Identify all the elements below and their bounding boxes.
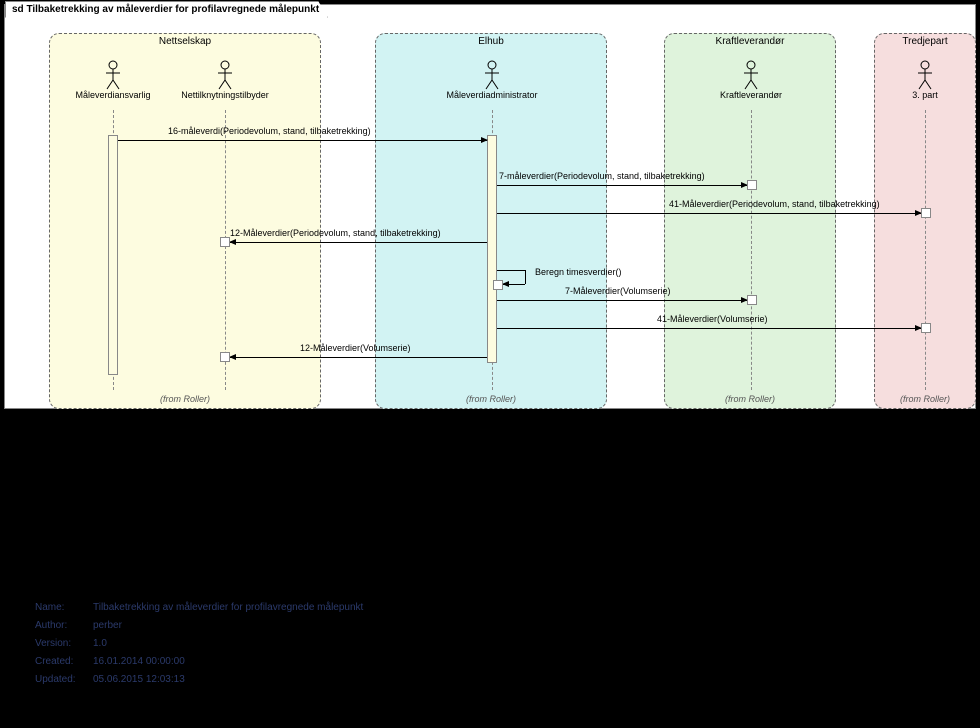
- message-label: 12-Måleverdier(Volumserie): [300, 343, 411, 353]
- message-arrow: 41-Måleverdier(Periodevolum, stand, tilb…: [497, 213, 921, 214]
- exec-spec: [747, 295, 757, 305]
- lane-from: (from Roller): [50, 394, 320, 404]
- exec-spec: [220, 352, 230, 362]
- exec-spec: [220, 237, 230, 247]
- meta-key: Author:: [34, 618, 90, 634]
- arrowhead-icon: [229, 239, 236, 245]
- meta-value: 1.0: [92, 636, 364, 652]
- selfcall-line: [503, 284, 525, 285]
- arrowhead-icon: [481, 137, 488, 143]
- lane-title: Tredjepart: [875, 36, 975, 47]
- canvas: sd Tilbaketrekking av måleverdier for pr…: [0, 0, 980, 728]
- frame-title: sd Tilbaketrekking av måleverdier for pr…: [5, 1, 328, 18]
- arrowhead-icon: [502, 281, 509, 287]
- actor-icon: [104, 60, 122, 90]
- message-label: 7-Måleverdier(Volumserie): [565, 286, 671, 296]
- message-label: 41-Måleverdier(Periodevolum, stand, tilb…: [669, 199, 880, 209]
- message-arrow: 12-Måleverdier(Volumserie): [230, 357, 487, 358]
- diagram-frame: sd Tilbaketrekking av måleverdier for pr…: [4, 4, 976, 409]
- message-arrow: 7-måleverdier(Periodevolum, stand, tilba…: [497, 185, 747, 186]
- message-arrow: 7-Måleverdier(Volumserie): [497, 300, 747, 301]
- selfcall-line: [497, 270, 525, 271]
- meta-key: Created:: [34, 654, 90, 670]
- meta-value: 16.01.2014 00:00:00: [92, 654, 364, 670]
- meta-key: Name:: [34, 600, 90, 616]
- actor-kraftleverandor: Kraftleverandør: [701, 60, 801, 100]
- message-label: Beregn timesverdier(): [535, 267, 622, 277]
- lane-title: Kraftleverandør: [665, 36, 835, 47]
- meta-value: perber: [92, 618, 364, 634]
- actor-icon: [216, 60, 234, 90]
- selfcall-line: [525, 270, 526, 284]
- actor-label: Måleverdiansvarlig: [63, 90, 163, 100]
- activation-bar: [108, 135, 118, 375]
- actor-icon: [483, 60, 501, 90]
- meta-key: Version:: [34, 636, 90, 652]
- message-label: 41-Måleverdier(Volumserie): [657, 314, 768, 324]
- exec-spec: [747, 180, 757, 190]
- actor-label: Måleverdiadministrator: [442, 90, 542, 100]
- exec-spec: [921, 323, 931, 333]
- lane-title: Nettselskap: [50, 36, 320, 47]
- diagram-metadata: Name:Tilbaketrekking av måleverdier for …: [32, 598, 366, 690]
- message-label: 7-måleverdier(Periodevolum, stand, tilba…: [499, 171, 705, 181]
- lifeline: [225, 110, 226, 390]
- lifeline: [751, 110, 752, 390]
- message-label: 12-Måleverdier(Periodevolum, stand, tilb…: [230, 228, 441, 238]
- lifeline: [925, 110, 926, 390]
- meta-value: Tilbaketrekking av måleverdier for profi…: [92, 600, 364, 616]
- lane-from: (from Roller): [875, 394, 975, 404]
- exec-spec: [493, 280, 503, 290]
- arrowhead-icon: [229, 354, 236, 360]
- activation-bar: [487, 135, 497, 363]
- message-label: 16-måleverdi(Periodevolum, stand, tilbak…: [168, 126, 371, 136]
- actor-label: Nettilknytningstilbyder: [175, 90, 275, 100]
- actor-label: Kraftleverandør: [701, 90, 801, 100]
- actor-3part: 3. part: [875, 60, 975, 100]
- message-arrow: 16-måleverdi(Periodevolum, stand, tilbak…: [118, 140, 487, 141]
- meta-value: 05.06.2015 12:03:13: [92, 672, 364, 688]
- lane-title: Elhub: [376, 36, 606, 47]
- meta-key: Updated:: [34, 672, 90, 688]
- actor-label: 3. part: [875, 90, 975, 100]
- message-arrow: 41-Måleverdier(Volumserie): [497, 328, 921, 329]
- lane-from: (from Roller): [665, 394, 835, 404]
- message-arrow: 12-Måleverdier(Periodevolum, stand, tilb…: [230, 242, 487, 243]
- actor-icon: [742, 60, 760, 90]
- actor-maaleverdiadmin: Måleverdiadministrator: [442, 60, 542, 100]
- exec-spec: [921, 208, 931, 218]
- lane-from: (from Roller): [376, 394, 606, 404]
- actor-nettilknytning: Nettilknytningstilbyder: [175, 60, 275, 100]
- actor-icon: [916, 60, 934, 90]
- actor-maaleverdiansvarlig: Måleverdiansvarlig: [63, 60, 163, 100]
